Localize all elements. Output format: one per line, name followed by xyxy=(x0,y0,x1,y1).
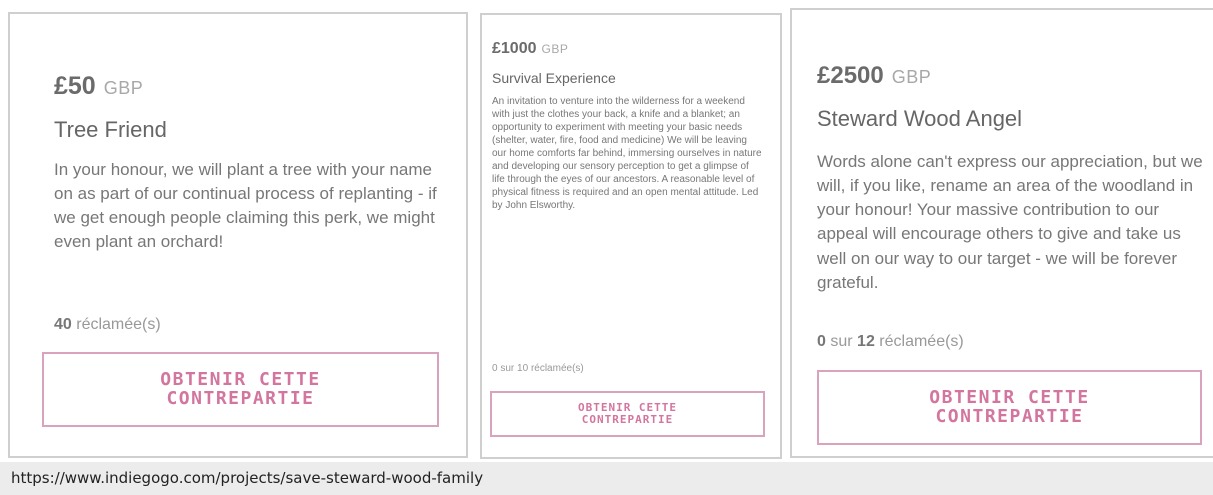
claim-button-line2: CONTREPARTIE xyxy=(166,387,315,409)
claim-button-line2: CONTREPARTIE xyxy=(581,413,674,426)
perk-claimed-status: 0 sur 12 réclamée(s) xyxy=(817,333,964,351)
claimed-count: 0 xyxy=(492,363,498,374)
claim-button-line1: OBTENIR CETTE xyxy=(160,368,321,390)
status-url-bar: https://www.indiegogo.com/projects/save-… xyxy=(0,462,1213,495)
perk-currency: GBP xyxy=(891,67,932,87)
perk-description: In your honour, we will plant a tree wit… xyxy=(54,160,437,252)
perk-card-tree-friend: £50 GBP Tree Friend In your honour, we wi… xyxy=(8,12,468,458)
claimed-sep: sur xyxy=(500,363,515,374)
perk-description: Words alone can't express our appreciati… xyxy=(817,152,1203,292)
source-url[interactable]: https://www.indiegogo.com/projects/save-… xyxy=(11,469,483,487)
perk-amount: £1000 xyxy=(492,40,537,57)
perk-title: Tree Friend xyxy=(54,117,167,142)
perk-currency: GBP xyxy=(103,78,144,98)
claimed-label: réclamée(s) xyxy=(530,363,584,374)
claim-button-line1: OBTENIR CETTE xyxy=(929,386,1090,408)
perk-description: An invitation to venture into the wilder… xyxy=(492,96,762,211)
perk-claimed-status: 40 réclamée(s) xyxy=(54,316,161,334)
claim-perk-button[interactable]: OBTENIR CETTE CONTREPARTIE xyxy=(490,391,765,437)
claimed-total: 10 xyxy=(517,363,529,374)
claim-button-line2: CONTREPARTIE xyxy=(935,405,1084,427)
perk-card-steward-wood-angel: £2500 GBP Steward Wood Angel Words alone … xyxy=(790,8,1213,458)
perk-currency: GBP xyxy=(541,42,569,56)
perk-price: £50 GBP xyxy=(54,72,143,101)
claimed-label: réclamée(s) xyxy=(76,316,161,333)
perk-price: £1000 GBP xyxy=(492,40,568,58)
claimed-count: 0 xyxy=(817,333,826,350)
claim-perk-button[interactable]: OBTENIR CETTE CONTREPARTIE xyxy=(42,352,439,427)
claimed-label: réclamée(s) xyxy=(879,333,964,350)
perk-amount: £50 xyxy=(54,72,96,100)
perk-card-survival-experience: £1000 GBP Survival Experience An invitati… xyxy=(480,13,782,459)
perk-title: Steward Wood Angel xyxy=(817,106,1023,131)
perk-title: Survival Experience xyxy=(492,70,616,86)
claimed-total: 12 xyxy=(857,333,875,350)
claim-perk-button[interactable]: OBTENIR CETTE CONTREPARTIE xyxy=(817,370,1202,445)
claimed-sep: sur xyxy=(830,333,853,350)
perk-amount: £2500 xyxy=(817,62,884,89)
claimed-count: 40 xyxy=(54,316,72,333)
perk-price: £2500 GBP xyxy=(817,62,931,90)
perk-claimed-status: 0 sur 10 réclamée(s) xyxy=(492,363,584,374)
